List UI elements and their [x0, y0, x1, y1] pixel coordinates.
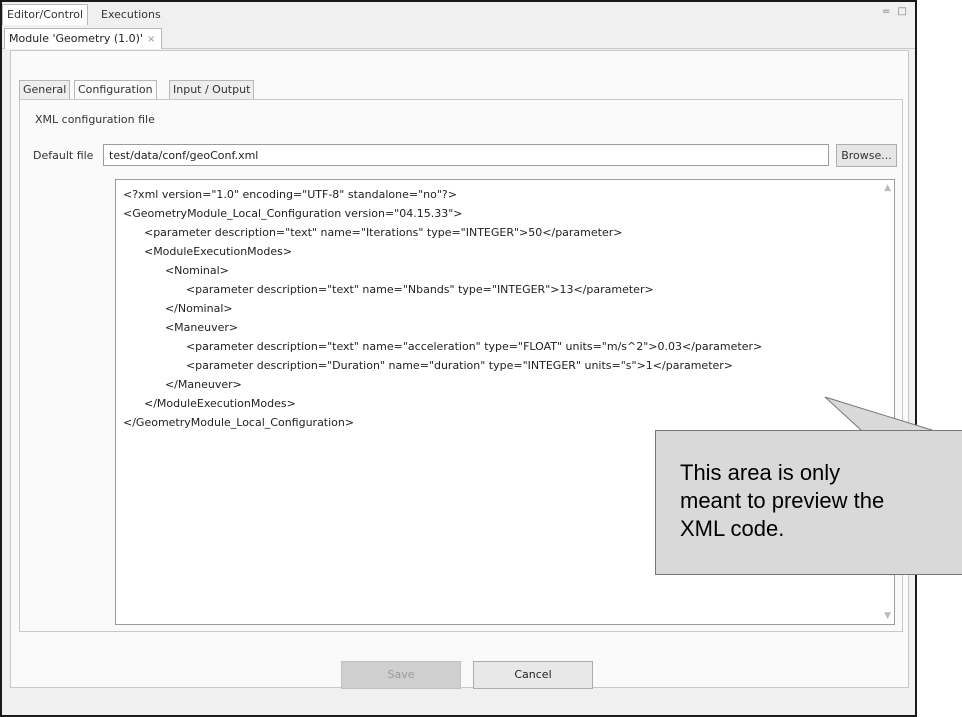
xml-line: <?xml version="1.0" encoding="UTF-8" sta…	[123, 188, 457, 201]
module-editor: General Configuration Input / Output XML…	[10, 50, 909, 689]
tab-executions[interactable]: Executions	[97, 5, 165, 25]
xml-line: </ModuleExecutionModes>	[123, 397, 296, 410]
xml-line: <ModuleExecutionModes>	[123, 245, 293, 258]
editor-window: Editor/Control Executions = □ Module 'Ge…	[0, 0, 917, 717]
annotation-callout: This area is only meant to preview the X…	[655, 430, 962, 575]
callout-text: This area is only meant to preview the X…	[680, 460, 885, 541]
section-title: XML configuration file	[35, 113, 155, 126]
scroll-up-icon[interactable]: ▲	[884, 183, 891, 193]
default-file-input[interactable]	[103, 144, 829, 166]
tab-general[interactable]: General	[19, 80, 71, 99]
browse-button[interactable]: Browse...	[836, 144, 897, 167]
close-icon[interactable]: ×	[147, 34, 155, 45]
view-tabbar: Editor/Control Executions = □	[2, 2, 915, 27]
tab-module-geometry-label: Module 'Geometry (1.0)'	[9, 32, 143, 45]
xml-line: </Nominal>	[123, 302, 233, 315]
config-tabbar: General Configuration Input / Output	[19, 80, 899, 99]
cancel-button[interactable]: Cancel	[473, 661, 593, 689]
xml-line: </Maneuver>	[123, 378, 242, 391]
xml-line: <Maneuver>	[123, 321, 239, 334]
xml-line: <parameter description="text" name="Iter…	[123, 226, 623, 239]
tab-editor-control[interactable]: Editor/Control	[2, 4, 89, 25]
xml-line: <Nominal>	[123, 264, 229, 277]
save-button[interactable]: Save	[341, 661, 461, 689]
window-controls-icon[interactable]: = □	[882, 6, 909, 17]
tab-input-output[interactable]: Input / Output	[169, 80, 255, 99]
xml-line: <parameter description="text" name="Nban…	[123, 283, 654, 296]
xml-line: </GeometryModule_Local_Configuration>	[123, 416, 355, 429]
scroll-down-icon[interactable]: ▼	[884, 611, 891, 621]
editor-tabbar: Module 'Geometry (1.0)' ×	[2, 26, 915, 49]
xml-line: <parameter description="Duration" name="…	[123, 359, 734, 372]
tab-configuration[interactable]: Configuration	[74, 80, 157, 99]
xml-line: <GeometryModule_Local_Configuration vers…	[123, 207, 463, 220]
xml-line: <parameter description="text" name="acce…	[123, 340, 763, 353]
tab-module-geometry[interactable]: Module 'Geometry (1.0)' ×	[4, 28, 163, 49]
default-file-label: Default file	[33, 149, 94, 162]
